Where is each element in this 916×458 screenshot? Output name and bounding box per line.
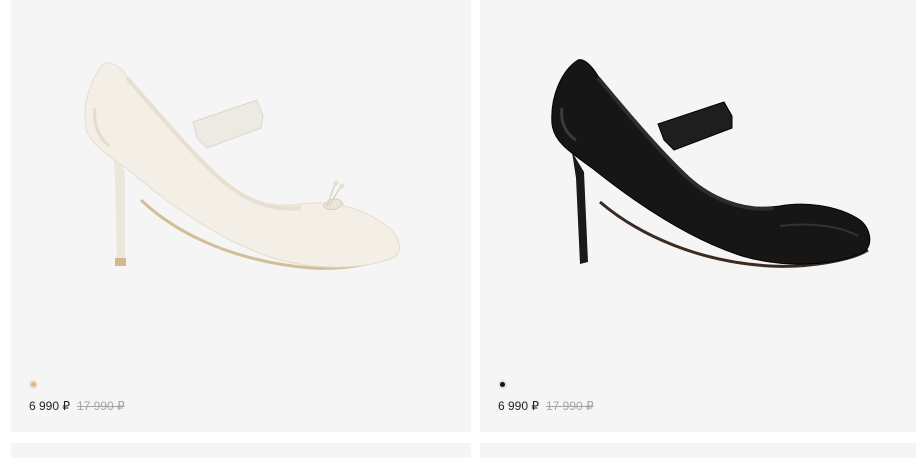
product-card[interactable]: 6 990 ₽ 17 990 ₽	[11, 0, 471, 432]
color-swatch[interactable]	[29, 380, 38, 389]
price-old: 17 990 ₽	[546, 399, 594, 413]
color-swatch[interactable]	[498, 380, 507, 389]
price-block: 6 990 ₽ 17 990 ₽	[498, 399, 594, 413]
product-image-black-pump[interactable]	[480, 0, 916, 360]
price-current: 6 990 ₽	[498, 399, 539, 413]
price-old: 17 990 ₽	[77, 399, 125, 413]
product-card-partial[interactable]	[480, 443, 916, 458]
price-current: 6 990 ₽	[29, 399, 70, 413]
product-grid: 6 990 ₽ 17 990 ₽ 6 990 ₽ 17 990 ₽	[0, 0, 916, 458]
product-image-beige-pump[interactable]	[11, 0, 471, 360]
product-card[interactable]: 6 990 ₽ 17 990 ₽	[480, 0, 916, 432]
price-block: 6 990 ₽ 17 990 ₽	[29, 399, 125, 413]
product-card-partial[interactable]	[11, 443, 471, 458]
